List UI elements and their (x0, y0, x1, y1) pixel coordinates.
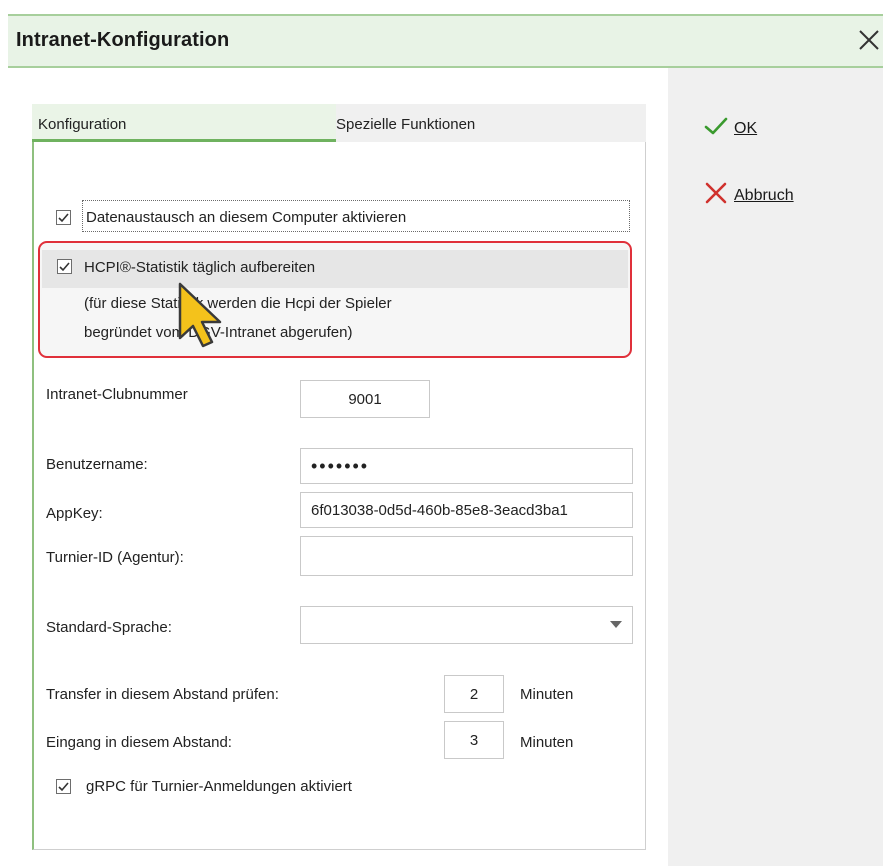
datenaustausch-label: Datenaustausch an diesem Computer aktivi… (86, 209, 407, 226)
turnier-id-label: Turnier-ID (Agentur): (46, 549, 184, 566)
check-icon (59, 262, 70, 272)
clubnummer-label: Intranet-Clubnummer (46, 386, 188, 403)
appkey-field[interactable]: 6f013038-0d5d-460b-85e8-3eacd3ba1 (300, 492, 633, 528)
appkey-label: AppKey: (46, 505, 103, 522)
cancel-button[interactable]: Abbruch (704, 182, 794, 209)
checkmark-icon (704, 116, 728, 141)
title-bar: Intranet-Konfiguration (8, 14, 883, 68)
check-icon (58, 782, 69, 792)
eingang-field[interactable]: 3 (444, 721, 504, 759)
eingang-label: Eingang in diesem Abstand: (46, 734, 232, 751)
grpc-checkbox[interactable] (56, 779, 71, 794)
ok-label: OK (734, 119, 758, 137)
cross-icon (704, 182, 728, 209)
benutzername-field[interactable]: ••••••• (300, 448, 633, 484)
clubnummer-field[interactable]: 9001 (300, 380, 430, 418)
turnier-id-field[interactable] (300, 536, 633, 576)
hcpi-label: HCPI®-Statistik täglich aufbereiten (84, 259, 316, 276)
transfer-unit: Minuten (520, 686, 574, 703)
hcpi-checkbox[interactable] (57, 259, 72, 274)
benutzername-label: Benutzername: (46, 456, 148, 473)
ok-button[interactable]: OK (704, 116, 757, 141)
sprache-select[interactable] (300, 606, 633, 644)
cancel-label: Abbruch (734, 186, 794, 204)
mouse-cursor-icon (176, 280, 226, 355)
transfer-label: Transfer in diesem Abstand prüfen: (46, 686, 279, 703)
eingang-unit: Minuten (520, 734, 574, 751)
sprache-label: Standard-Sprache: (46, 619, 172, 636)
dropdown-arrow-icon[interactable] (598, 606, 633, 644)
datenaustausch-checkbox[interactable] (56, 210, 71, 225)
transfer-field[interactable]: 2 (444, 675, 504, 713)
hcpi-note-line1: (für diese Statistik werden die Hcpi der… (84, 295, 392, 312)
tab-konfiguration[interactable]: Konfiguration (32, 104, 336, 142)
window-title: Intranet-Konfiguration (16, 29, 230, 51)
tab-spezielle-funktionen[interactable]: Spezielle Funktionen (336, 104, 646, 142)
grpc-label: gRPC für Turnier-Anmeldungen aktiviert (86, 778, 352, 795)
close-icon[interactable] (855, 26, 883, 54)
check-icon (58, 213, 69, 223)
